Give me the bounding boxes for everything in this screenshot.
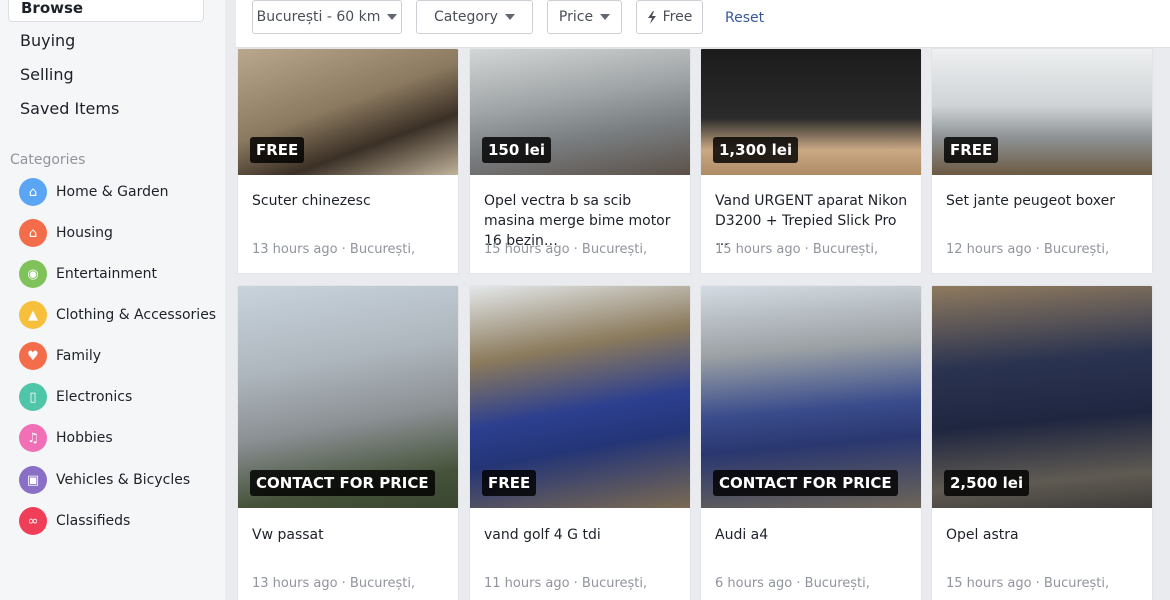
price-badge: CONTACT FOR PRICE — [713, 470, 898, 496]
price-badge: FREE — [482, 470, 537, 496]
gamepad-icon: ◉ — [19, 260, 47, 288]
category-label: Classifieds — [56, 513, 131, 529]
phone-icon: ▯ — [19, 383, 47, 411]
listing-card[interactable]: FREE Scuter chinezesc 13 hours ago · Buc… — [237, 48, 459, 274]
price-badge: FREE — [944, 137, 999, 163]
listing-title: Set jante peugeot boxer — [946, 193, 1115, 209]
listing-meta: 13 hours ago · București, — [252, 576, 416, 591]
listing-card[interactable]: 1,300 lei Vand URGENT aparat Nikon D3200… — [700, 48, 922, 274]
category-label: Clothing & Accessories — [56, 307, 217, 323]
guitar-icon: ♫ — [19, 424, 47, 452]
house-icon: ⌂ — [19, 178, 47, 206]
category-label: Hobbies — [56, 430, 113, 446]
price-badge: 1,300 lei — [713, 137, 799, 163]
chevron-down-icon — [504, 14, 515, 20]
listing-meta: 12 hours ago · București, — [946, 242, 1110, 257]
free-filter[interactable]: Free — [636, 0, 703, 34]
listing-card[interactable]: FREE vand golf 4 G tdi 11 hours ago · Bu… — [469, 285, 691, 600]
listing-photo: FREE — [470, 286, 690, 508]
category-label: Vehicles & Bicycles — [56, 472, 191, 488]
category-label: Electronics — [56, 389, 133, 405]
category-label: Family — [56, 348, 102, 364]
listing-title: vand golf 4 G tdi — [484, 527, 601, 543]
listing-meta: 6 hours ago · București, — [715, 576, 870, 591]
category-hobbies[interactable]: ♫ Hobbies — [19, 424, 113, 452]
filter-bar: București - 60 km Category Price Free Re… — [236, 0, 1170, 48]
listing-card[interactable]: 2,500 lei Opel astra 15 hours ago · Bucu… — [931, 285, 1153, 600]
nav-saved-items[interactable]: Saved Items — [20, 99, 119, 118]
category-filter-label: Category — [434, 9, 498, 25]
reset-link[interactable]: Reset — [725, 10, 764, 26]
listing-photo: CONTACT FOR PRICE — [701, 286, 921, 508]
listing-card[interactable]: CONTACT FOR PRICE Audi a4 6 hours ago · … — [700, 285, 922, 600]
listing-card[interactable]: 150 lei Opel vectra b sa scib masina mer… — [469, 48, 691, 274]
car-icon: ▣ — [19, 466, 47, 494]
listing-title: Audi a4 — [715, 527, 769, 543]
category-label: Housing — [56, 225, 113, 241]
listing-photo: 1,300 lei — [701, 49, 921, 175]
price-badge: CONTACT FOR PRICE — [250, 470, 435, 496]
category-label: Home & Garden — [56, 184, 169, 200]
location-filter[interactable]: București - 60 km — [252, 0, 402, 34]
categories-heading: Categories — [10, 152, 86, 168]
sidebar: Browse Buying Selling Saved Items Catego… — [0, 0, 225, 600]
listing-photo: 2,500 lei — [932, 286, 1152, 508]
binoculars-icon: ∞ — [19, 507, 47, 535]
listing-photo: FREE — [932, 49, 1152, 175]
listing-meta: 15 hours ago · București, — [946, 576, 1110, 591]
price-badge: FREE — [250, 137, 305, 163]
category-label: Entertainment — [56, 266, 158, 282]
listing-meta: 11 hours ago · București, — [484, 576, 648, 591]
location-filter-label: București - 60 km — [256, 9, 381, 25]
listing-title: Scuter chinezesc — [252, 193, 371, 209]
lightning-icon — [647, 10, 656, 24]
chevron-down-icon — [387, 14, 398, 20]
category-housing[interactable]: ⌂ Housing — [19, 219, 113, 247]
listing-photo: 150 lei — [470, 49, 690, 175]
category-classifieds[interactable]: ∞ Classifieds — [19, 507, 130, 535]
price-filter-label: Price — [558, 9, 594, 25]
listing-card[interactable]: CONTACT FOR PRICE Vw passat 13 hours ago… — [237, 285, 459, 600]
listing-title: Vw passat — [252, 527, 324, 543]
category-clothing[interactable]: ▲ Clothing & Accessories — [19, 301, 216, 329]
listing-title: Opel astra — [946, 527, 1019, 543]
listing-card[interactable]: FREE Set jante peugeot boxer 12 hours ag… — [931, 48, 1153, 274]
category-vehicles[interactable]: ▣ Vehicles & Bicycles — [19, 466, 190, 494]
chevron-down-icon — [600, 14, 611, 20]
category-entertainment[interactable]: ◉ Entertainment — [19, 260, 157, 288]
listing-photo: FREE — [238, 49, 458, 175]
browse-tab[interactable]: Browse — [8, 0, 204, 22]
listing-meta: 15 hours ago · București, — [484, 242, 648, 257]
category-home-garden[interactable]: ⌂ Home & Garden — [19, 178, 168, 206]
category-filter[interactable]: Category — [416, 0, 533, 34]
shirt-icon: ▲ — [19, 301, 47, 329]
price-badge: 150 lei — [482, 137, 551, 163]
price-badge: 2,500 lei — [944, 470, 1030, 496]
heart-icon: ♥ — [19, 342, 47, 370]
listing-photo: CONTACT FOR PRICE — [238, 286, 458, 508]
home-icon: ⌂ — [19, 219, 47, 247]
nav-buying[interactable]: Buying — [20, 31, 75, 50]
listing-meta: 15 hours ago · București, — [715, 242, 879, 257]
nav-selling[interactable]: Selling — [20, 65, 74, 84]
price-filter[interactable]: Price — [547, 0, 622, 34]
category-electronics[interactable]: ▯ Electronics — [19, 383, 132, 411]
listing-meta: 13 hours ago · București, — [252, 242, 416, 257]
category-family[interactable]: ♥ Family — [19, 342, 101, 370]
free-filter-label: Free — [662, 9, 693, 25]
